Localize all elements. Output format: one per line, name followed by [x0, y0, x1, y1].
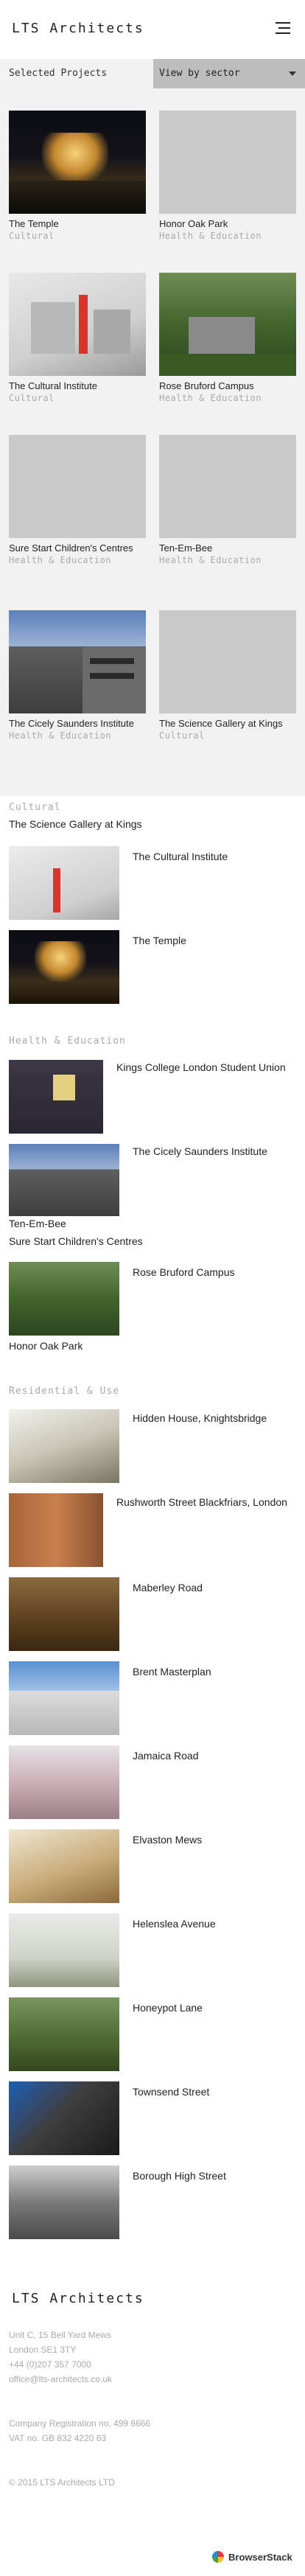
- project-image: [159, 273, 296, 376]
- project-title: The Temple: [9, 218, 59, 229]
- project-title: The Science Gallery at Kings: [159, 718, 283, 729]
- footer-copyright: © 2015 LTS Architects LTD: [9, 2477, 115, 2488]
- project-image: [9, 111, 146, 214]
- project-thumbnail: [9, 1493, 103, 1567]
- project-thumbnail: [9, 1913, 119, 1987]
- project-category: Cultural: [159, 730, 205, 741]
- list-item-title: The Cicely Saunders Institute: [133, 1145, 267, 1157]
- list-item-title: Honeypot Lane: [133, 2002, 203, 2014]
- project-category: Health & Education: [159, 555, 262, 565]
- project-thumbnail: [9, 1409, 119, 1483]
- sector-dropdown[interactable]: View by sector: [153, 59, 305, 88]
- project-title: Sure Start Children's Centres: [9, 542, 133, 554]
- project-thumbnail: [9, 2081, 119, 2155]
- list-item-title: The Temple: [133, 935, 186, 946]
- project-title: The Cultural Institute: [9, 380, 97, 391]
- project-thumbnail: [9, 930, 119, 1004]
- project-thumbnail: [9, 846, 119, 920]
- project-card[interactable]: The Cicely Saunders Institute Health & E…: [9, 610, 146, 741]
- project-card[interactable]: Rose Bruford Campus Health & Education: [159, 273, 296, 404]
- project-thumbnail: [9, 1661, 119, 1735]
- project-thumbnail: [9, 1144, 119, 1216]
- list-item-title: Brent Masterplan: [133, 1666, 211, 1678]
- project-thumbnail: [9, 1997, 119, 2071]
- project-card[interactable]: Honor Oak Park Health & Education: [159, 111, 296, 242]
- list-item-title: Kings College London Student Union: [116, 1061, 286, 1073]
- project-thumbnail: [9, 2165, 119, 2239]
- footer-address-line: Unit C, 15 Bell Yard Mews: [9, 2330, 111, 2340]
- project-title: The Cicely Saunders Institute: [9, 718, 134, 729]
- sector-heading-health-education: Health & Education: [9, 1036, 126, 1047]
- list-item-title: Rose Bruford Campus: [133, 1266, 235, 1278]
- browserstack-logo-icon: [212, 2551, 224, 2563]
- project-thumbnail: [9, 1745, 119, 1819]
- footer-address-line: London SE1 3TY: [9, 2345, 77, 2355]
- hamburger-menu-icon[interactable]: [276, 22, 290, 34]
- project-image: [9, 273, 146, 376]
- project-thumbnail: [9, 1060, 103, 1134]
- sector-dropdown-value: View by sector: [159, 68, 240, 79]
- project-category: Health & Education: [9, 730, 112, 741]
- sector-link[interactable]: Ten-Em-Bee: [9, 1218, 66, 1229]
- project-thumbnail: [9, 1829, 119, 1903]
- list-item-title: Helenslea Avenue: [133, 1918, 216, 1930]
- project-grid: The Temple Cultural Honor Oak Park Healt…: [0, 88, 305, 796]
- footer-company-reg: Company Registration no. 499 6666: [9, 2418, 151, 2429]
- filter-label: Selected Projects: [9, 68, 108, 79]
- browserstack-badge[interactable]: BrowserStack: [228, 2552, 292, 2563]
- project-category: Cultural: [9, 393, 55, 403]
- sector-link[interactable]: Sure Start Children's Centres: [9, 1235, 143, 1247]
- chevron-down-icon: [289, 71, 296, 76]
- project-card[interactable]: Sure Start Children's Centres Health & E…: [9, 435, 146, 566]
- project-card[interactable]: The Cultural Institute Cultural: [9, 273, 146, 404]
- project-title: Ten-Em-Bee: [159, 542, 213, 554]
- list-item-title: Elvaston Mews: [133, 1834, 203, 1846]
- footer-phone[interactable]: +44 (0)207 357 7000: [9, 2359, 91, 2370]
- sector-heading-cultural: Cultural: [9, 802, 61, 813]
- list-item-title: Borough High Street: [133, 2170, 226, 2182]
- list-item-title: The Cultural Institute: [133, 851, 228, 862]
- list-item-title: Hidden House, Knightsbridge: [133, 1412, 267, 1424]
- project-category: Cultural: [9, 231, 55, 241]
- site-header: LTS Architects: [0, 0, 305, 59]
- project-category: Health & Education: [159, 393, 262, 403]
- list-item-title: Maberley Road: [133, 1582, 203, 1594]
- project-title: Rose Bruford Campus: [159, 380, 254, 391]
- footer-vat: VAT no. GB 832 4220 63: [9, 2433, 107, 2443]
- project-title: Honor Oak Park: [159, 218, 228, 229]
- project-thumbnail: [9, 1577, 119, 1651]
- footer-email[interactable]: office@lts-architects.co.uk: [9, 2373, 112, 2385]
- list-item-title: Jamaica Road: [133, 1750, 199, 1762]
- list-item-title: Rushworth Street Blackfriars, London: [116, 1496, 287, 1508]
- filter-bar: Selected Projects View by sector: [0, 59, 305, 88]
- project-card[interactable]: The Science Gallery at Kings Cultural: [159, 610, 296, 741]
- project-image: [9, 610, 146, 713]
- footer-logo[interactable]: LTS Architects: [12, 2291, 144, 2306]
- project-category: Health & Education: [9, 555, 112, 565]
- site-logo[interactable]: LTS Architects: [12, 21, 144, 36]
- project-image-placeholder: [159, 610, 296, 713]
- sector-link[interactable]: The Science Gallery at Kings: [9, 818, 142, 830]
- project-card[interactable]: Ten-Em-Bee Health & Education: [159, 435, 296, 566]
- project-category: Health & Education: [159, 231, 262, 241]
- project-image-placeholder: [159, 111, 296, 214]
- project-image-placeholder: [159, 435, 296, 538]
- project-thumbnail: [9, 1262, 119, 1336]
- project-card[interactable]: The Temple Cultural: [9, 111, 146, 242]
- list-item-title: Townsend Street: [133, 2086, 210, 2098]
- project-image-placeholder: [9, 435, 146, 538]
- sector-link[interactable]: Honor Oak Park: [9, 1340, 83, 1352]
- sector-heading-residential: Residential & Use: [9, 1386, 120, 1397]
